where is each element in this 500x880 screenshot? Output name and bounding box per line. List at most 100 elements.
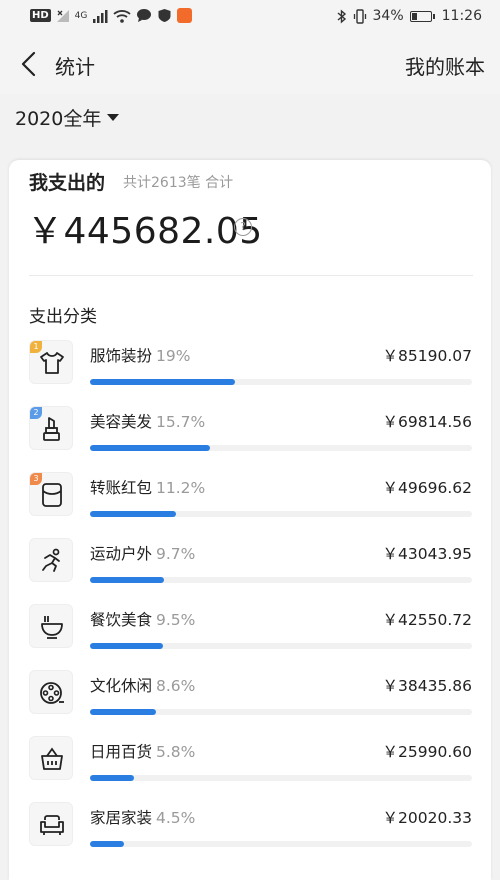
category-row[interactable]: 2 美容美发 15.7% ￥69814.56 bbox=[9, 404, 491, 470]
category-icon-box: 3 bbox=[29, 472, 73, 516]
tshirt-icon bbox=[40, 352, 64, 374]
network-type-label: 4G bbox=[74, 10, 88, 21]
page-title: 统计 bbox=[55, 55, 95, 79]
status-bar: HD 4G 34% 11:26 bbox=[0, 0, 500, 34]
category-name: 运动户外 9.7% bbox=[90, 542, 195, 564]
share-bar-track bbox=[90, 775, 472, 781]
category-icon-box bbox=[29, 736, 73, 780]
category-percent: 9.7% bbox=[156, 545, 196, 563]
total-amount: ￥445682.05 bbox=[27, 211, 263, 252]
share-bar-fill bbox=[90, 511, 176, 517]
category-label: 餐饮美食 bbox=[90, 611, 153, 629]
category-name: 美容美发 15.7% bbox=[90, 410, 205, 432]
category-amount: ￥49696.62 bbox=[382, 479, 472, 497]
battery-level bbox=[411, 12, 418, 20]
year-selector[interactable]: 2020全年 bbox=[15, 104, 120, 131]
category-amount: ￥25990.60 bbox=[382, 743, 472, 761]
category-amount: ￥20020.33 bbox=[382, 809, 472, 827]
category-percent: 8.6% bbox=[156, 677, 196, 695]
category-icon-box bbox=[29, 802, 73, 846]
category-row[interactable]: 日用百货 5.8% ￥25990.60 bbox=[9, 734, 491, 800]
category-percent: 11.2% bbox=[156, 479, 206, 497]
rank-badge: 2 bbox=[30, 407, 42, 419]
category-row[interactable]: 1 服饰装扮 19% ￥85190.07 bbox=[9, 338, 491, 404]
summary-title: 我支出的 bbox=[29, 172, 106, 194]
summary-subtitle: 共计2613笔 合计 bbox=[123, 175, 234, 191]
share-bar-fill bbox=[90, 379, 236, 385]
category-name: 转账红包 11.2% bbox=[90, 476, 205, 498]
category-label: 美容美发 bbox=[90, 413, 153, 431]
category-row[interactable]: 餐饮美食 9.5% ￥42550.72 bbox=[9, 602, 491, 668]
share-bar-fill bbox=[90, 445, 210, 451]
category-percent: 19% bbox=[156, 347, 191, 365]
battery-percent: 34% bbox=[372, 8, 404, 24]
rank-badge: 1 bbox=[30, 341, 42, 353]
lipstick-icon bbox=[43, 417, 60, 441]
my-ledger-link[interactable]: 我的账本 bbox=[405, 51, 485, 80]
bowl-icon bbox=[41, 616, 63, 639]
category-row[interactable]: 运动户外 9.7% ￥43043.95 bbox=[9, 536, 491, 602]
red-envelope-icon bbox=[42, 483, 62, 507]
share-bar-track bbox=[90, 841, 472, 847]
sofa-icon bbox=[40, 815, 64, 835]
battery-icon bbox=[409, 10, 435, 22]
category-percent: 5.8% bbox=[156, 743, 196, 761]
category-name: 家居家装 4.5% bbox=[90, 806, 195, 828]
rank-badge: 3 bbox=[30, 473, 42, 485]
year-label: 2020全年 bbox=[15, 108, 102, 130]
category-row[interactable]: 文化休闲 8.6% ￥38435.86 bbox=[9, 668, 491, 734]
category-percent: 9.5% bbox=[156, 611, 196, 629]
category-icon-box bbox=[29, 538, 73, 582]
caret-down-icon bbox=[107, 114, 120, 121]
section-title: 支出分类 bbox=[29, 307, 97, 327]
category-icon-box bbox=[29, 670, 73, 714]
status-bar-left: HD 4G bbox=[30, 8, 193, 23]
category-amount: ￥69814.56 bbox=[382, 413, 472, 431]
expense-card: 我支出的 共计2613笔 合计 ￥445682.05 ? 支出分类 1 服饰装扮 1… bbox=[9, 160, 491, 880]
category-label: 日用百货 bbox=[90, 743, 153, 761]
category-icon-box bbox=[29, 604, 73, 648]
share-bar-track bbox=[90, 709, 472, 715]
share-bar-fill bbox=[90, 643, 163, 649]
running-icon bbox=[42, 548, 60, 572]
help-icon[interactable]: ? bbox=[234, 218, 252, 236]
category-percent: 15.7% bbox=[156, 413, 206, 431]
category-amount: ￥43043.95 bbox=[382, 545, 472, 563]
vibrate-icon bbox=[353, 8, 366, 24]
back-arrow-icon[interactable] bbox=[18, 50, 42, 78]
status-bar-right: 34% 11:26 bbox=[337, 8, 482, 24]
category-amount: ￥42550.72 bbox=[382, 611, 472, 629]
category-label: 服饰装扮 bbox=[90, 347, 153, 365]
category-label: 转账红包 bbox=[90, 479, 153, 497]
category-label: 运动户外 bbox=[90, 545, 153, 563]
category-label: 文化休闲 bbox=[90, 677, 153, 695]
share-bar-fill bbox=[90, 577, 165, 583]
category-icon-box: 1 bbox=[29, 340, 73, 384]
share-bar-fill bbox=[90, 775, 135, 781]
category-row[interactable]: 3 转账红包 11.2% ￥49696.62 bbox=[9, 470, 491, 536]
wifi-icon bbox=[113, 9, 131, 23]
share-bar-track bbox=[90, 577, 472, 583]
share-bar-track bbox=[90, 379, 472, 385]
share-bar-track bbox=[90, 511, 472, 517]
category-name: 文化休闲 8.6% bbox=[90, 674, 195, 696]
app-notification-icon bbox=[177, 8, 193, 23]
category-label: 家居家装 bbox=[90, 809, 153, 827]
share-bar-fill bbox=[90, 841, 125, 847]
share-bar-fill bbox=[90, 709, 156, 715]
film-reel-icon bbox=[40, 682, 64, 704]
signal-icon bbox=[93, 9, 108, 23]
message-icon bbox=[137, 9, 152, 22]
category-name: 日用百货 5.8% bbox=[90, 740, 195, 762]
share-bar-track bbox=[90, 445, 472, 451]
category-row[interactable]: 家居家装 4.5% ￥20020.33 bbox=[9, 800, 491, 866]
category-name: 餐饮美食 9.5% bbox=[90, 608, 195, 630]
category-name: 服饰装扮 19% bbox=[90, 344, 190, 366]
clock: 11:26 bbox=[441, 8, 482, 24]
category-percent: 4.5% bbox=[156, 809, 196, 827]
basket-icon bbox=[41, 747, 63, 770]
nav-bar: 统计 我的账本 bbox=[0, 34, 500, 94]
shield-icon bbox=[158, 9, 171, 22]
category-icon-box: 2 bbox=[29, 406, 73, 450]
bluetooth-icon bbox=[337, 8, 346, 24]
